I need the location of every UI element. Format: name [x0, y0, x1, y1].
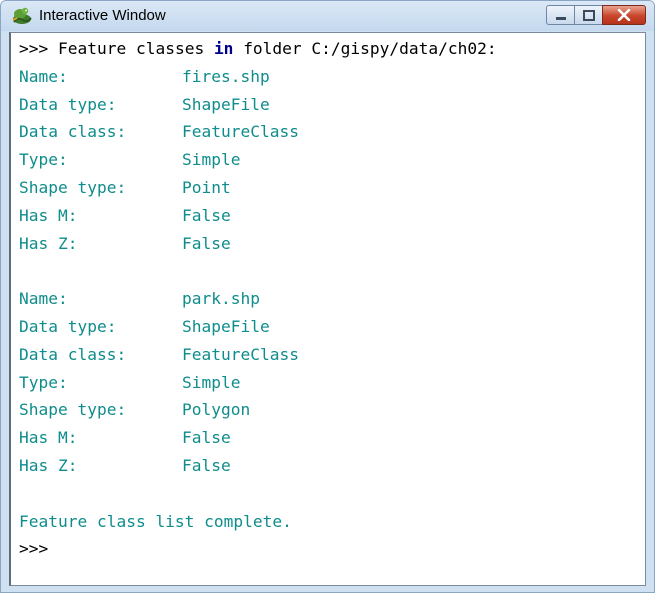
keyword-in: in — [213, 39, 234, 58]
field-row: Type: Simple — [19, 369, 641, 397]
field-value: False — [182, 428, 231, 448]
python-snake-icon — [11, 6, 33, 26]
field-label: Has M: — [19, 205, 78, 225]
field-label: Has M: — [19, 428, 78, 448]
field-row: Name: fires.shp — [19, 63, 641, 91]
minimize-button[interactable] — [546, 5, 574, 25]
field-value: fires.shp — [182, 66, 270, 86]
field-label: Shape type: — [19, 400, 127, 420]
window-title: Interactive Window — [39, 7, 166, 24]
close-icon — [617, 6, 631, 25]
header-suffix: folder C:/gispy/data/ch02: — [243, 39, 497, 58]
field-value: park.shp — [182, 289, 260, 309]
prompt: >>> — [19, 39, 49, 58]
maximize-button[interactable] — [574, 5, 602, 25]
field-row: Data class: FeatureClass — [19, 341, 641, 369]
header-line: >>> Feature classes in folder C:/gispy/d… — [19, 35, 641, 63]
field-value: False — [182, 233, 231, 253]
field-label: Data type: — [19, 316, 117, 336]
field-row: Has Z: False — [19, 230, 641, 258]
field-row: Has M: False — [19, 424, 641, 452]
field-row: Has Z: False — [19, 452, 641, 480]
field-row: Has M: False — [19, 202, 641, 230]
field-label: Data class: — [19, 344, 127, 364]
field-value: False — [182, 205, 231, 225]
field-label: Name: — [19, 289, 68, 309]
field-label: Has Z: — [19, 455, 78, 475]
console-output[interactable]: >>> Feature classes in folder C:/gispy/d… — [9, 32, 646, 586]
field-label: Type: — [19, 150, 68, 170]
window-controls — [546, 5, 646, 27]
field-row: Data type: ShapeFile — [19, 313, 641, 341]
field-label: Shape type: — [19, 177, 127, 197]
field-row: Shape type: Point — [19, 174, 641, 202]
minimize-icon — [555, 6, 567, 25]
input-prompt[interactable]: >>> — [19, 535, 641, 563]
field-value: FeatureClass — [182, 122, 299, 142]
field-label: Data class: — [19, 122, 127, 142]
field-value: False — [182, 455, 231, 475]
field-value: Simple — [182, 372, 241, 392]
field-value: ShapeFile — [182, 316, 270, 336]
close-button[interactable] — [602, 5, 646, 25]
field-row: Data class: FeatureClass — [19, 118, 641, 146]
field-label: Has Z: — [19, 233, 78, 253]
title-bar[interactable]: Interactive Window — [1, 1, 654, 31]
header-prefix: Feature classes — [58, 39, 205, 58]
field-label: Data type: — [19, 94, 117, 114]
interactive-window: Interactive Window >>> Feature classes i… — [0, 0, 655, 593]
field-row: Type: Simple — [19, 146, 641, 174]
field-label: Type: — [19, 372, 68, 392]
field-value: ShapeFile — [182, 94, 270, 114]
field-value: Polygon — [182, 400, 251, 420]
field-row: Data type: ShapeFile — [19, 91, 641, 119]
field-value: Simple — [182, 150, 241, 170]
maximize-icon — [582, 6, 595, 25]
field-value: FeatureClass — [182, 344, 299, 364]
field-row: Shape type: Polygon — [19, 396, 641, 424]
footer-message: Feature class list complete. — [19, 511, 292, 531]
field-value: Point — [182, 177, 231, 197]
field-label: Name: — [19, 66, 68, 86]
field-row: Name: park.shp — [19, 285, 641, 313]
